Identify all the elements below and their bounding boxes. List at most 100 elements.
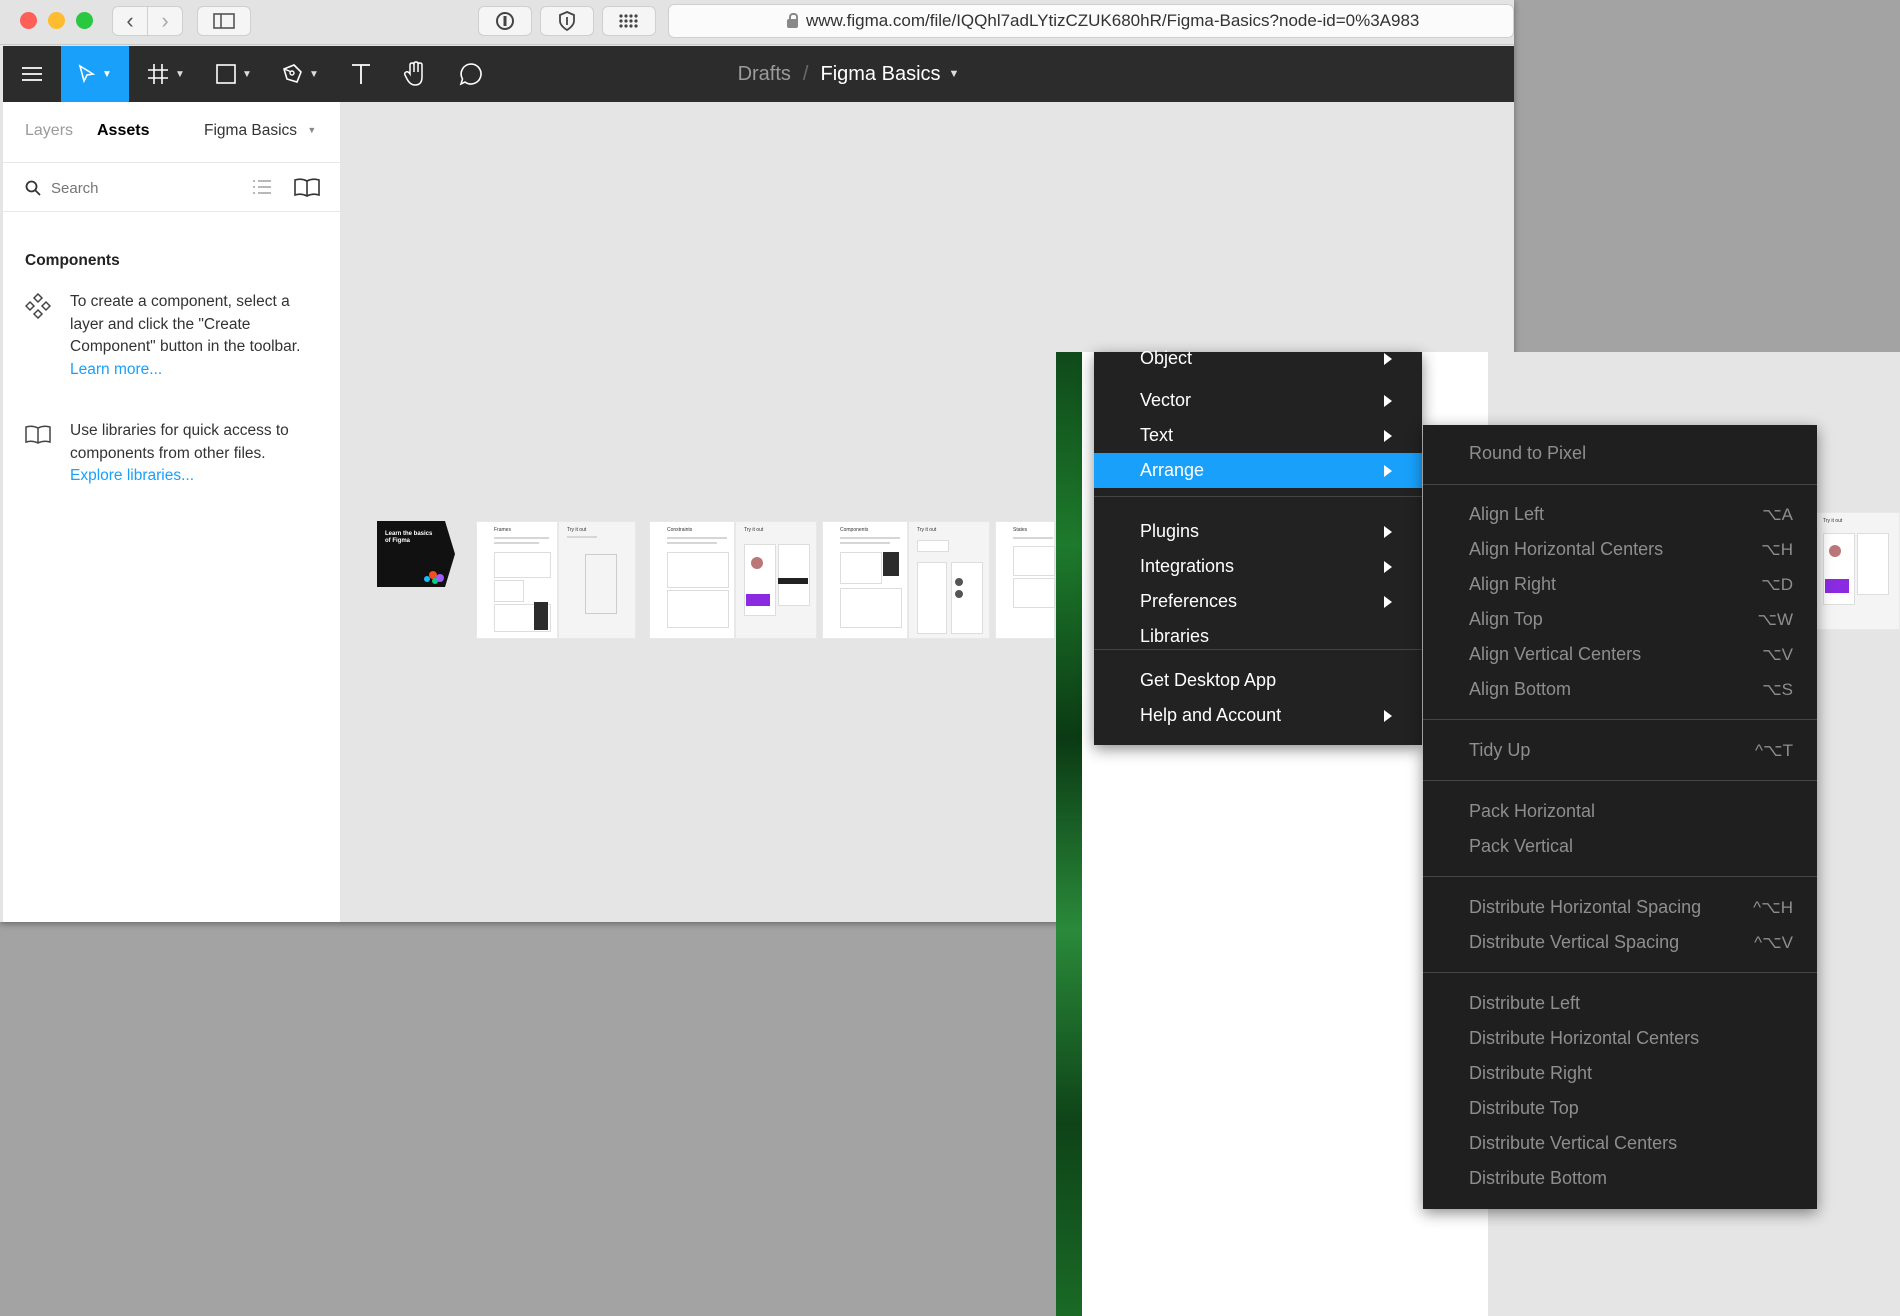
menu-divider	[1423, 780, 1817, 781]
shield-extension-button[interactable]	[540, 6, 594, 36]
frame-states[interactable]: States	[995, 521, 1055, 639]
password-manager-button[interactable]	[478, 6, 532, 36]
submenu-item-distribute-top[interactable]: Distribute Top	[1423, 1091, 1817, 1126]
back-button[interactable]: ‹	[112, 6, 148, 36]
frame-frames[interactable]: Frames	[476, 521, 558, 639]
pen-tool-button[interactable]: ▼	[275, 46, 325, 102]
menu-item-arrange[interactable]: Arrange	[1094, 453, 1422, 488]
tab-assets[interactable]: Assets	[97, 122, 149, 140]
frame-try-it-out[interactable]: Try it out	[558, 521, 636, 639]
hamburger-icon	[22, 67, 42, 81]
menu-item-label: Get Desktop App	[1140, 670, 1277, 690]
submenu-item-distribute-horizontal-centers[interactable]: Distribute Horizontal Centers	[1423, 1021, 1817, 1056]
team-library-icon[interactable]	[294, 177, 320, 197]
text-tool-button[interactable]	[341, 46, 381, 102]
menu-item-get-desktop-app[interactable]: Get Desktop App	[1094, 663, 1422, 698]
assets-panel: Layers Assets Figma Basics ▼ Components …	[3, 102, 341, 922]
minimize-window-button[interactable]	[48, 12, 65, 29]
menu-item-preferences[interactable]: Preferences	[1094, 584, 1422, 619]
frame-try-it-out[interactable]: Try it out	[735, 521, 817, 639]
submenu-item-distribute-vertical-spacing[interactable]: Distribute Vertical Spacing ^⌥V	[1423, 925, 1817, 960]
submenu-item-distribute-right[interactable]: Distribute Right	[1423, 1056, 1817, 1091]
zoom-window-button[interactable]	[76, 12, 93, 29]
url-text: www.figma.com/file/IQQhl7adLYtizCZUK680h…	[806, 11, 1420, 30]
comment-tool-button[interactable]	[449, 46, 493, 102]
components-help-text: To create a component, select a layer an…	[70, 293, 301, 355]
list-view-icon[interactable]	[253, 179, 271, 195]
submenu-item-align-bottom[interactable]: Align Bottom ⌥S	[1423, 672, 1817, 707]
chevron-down-icon: ▼	[948, 68, 960, 80]
menu-item-integrations[interactable]: Integrations	[1094, 549, 1422, 584]
main-menu-button[interactable]	[3, 46, 61, 102]
submenu-item-distribute-vertical-centers[interactable]: Distribute Vertical Centers	[1423, 1126, 1817, 1161]
close-window-button[interactable]	[20, 12, 37, 29]
grid-icon	[619, 14, 638, 28]
menu-item-label: Distribute Horizontal Spacing	[1469, 897, 1702, 917]
submenu-item-pack-vertical[interactable]: Pack Vertical	[1423, 829, 1817, 864]
menu-divider	[1423, 876, 1817, 877]
menu-item-label: Vector	[1140, 390, 1192, 410]
learn-more-link[interactable]: Learn more...	[70, 361, 162, 378]
library-book-icon	[25, 425, 51, 444]
frame-title: Frames	[494, 527, 511, 533]
breadcrumb-drafts[interactable]: Drafts	[738, 63, 791, 86]
desktop-wallpaper	[1056, 352, 1082, 1316]
menu-item-label: Align Vertical Centers	[1469, 644, 1642, 664]
password-manager-icon	[496, 12, 514, 30]
menu-item-label: Align Right	[1469, 574, 1557, 594]
menu-item-label: Tidy Up	[1469, 740, 1531, 760]
submenu-item-distribute-bottom[interactable]: Distribute Bottom	[1423, 1161, 1817, 1196]
menu-item-label: Plugins	[1140, 521, 1200, 541]
shape-tool-button[interactable]: ▼	[209, 46, 259, 102]
submenu-item-round-to-pixel[interactable]: Round to Pixel	[1423, 436, 1817, 471]
search-input[interactable]	[49, 175, 233, 201]
submenu-item-align-top[interactable]: Align Top ⌥W	[1423, 602, 1817, 637]
menu-item-help-and-account[interactable]: Help and Account	[1094, 698, 1422, 733]
frame-partial[interactable]: Try it out	[1814, 512, 1900, 630]
menu-divider	[1423, 719, 1817, 720]
submenu-item-distribute-left[interactable]: Distribute Left	[1423, 986, 1817, 1021]
submenu-item-align-vertical-centers[interactable]: Align Vertical Centers ⌥V	[1423, 637, 1817, 672]
tab-layers[interactable]: Layers	[25, 122, 73, 140]
submenu-arrow-icon	[1384, 525, 1392, 538]
move-tool-button[interactable]: ▼	[61, 46, 129, 102]
sidebar-toggle-button[interactable]	[197, 6, 251, 36]
menu-item-label: Distribute Left	[1469, 993, 1581, 1013]
submenu-arrow-icon	[1384, 560, 1392, 573]
forward-button[interactable]: ›	[147, 6, 183, 36]
library-file-dropdown[interactable]: Figma Basics ▼	[204, 122, 316, 140]
shortcut-label: ^⌥V	[1754, 932, 1793, 952]
submenu-item-distribute-horizontal-spacing[interactable]: Distribute Horizontal Spacing ^⌥H	[1423, 890, 1817, 925]
main-menu: Object Vector Text Arrange Plugins Integ…	[1094, 348, 1422, 745]
hand-tool-button[interactable]	[393, 46, 437, 102]
submenu-arrow-icon	[1384, 352, 1392, 365]
shield-icon	[559, 11, 575, 31]
menu-item-label: Distribute Bottom	[1469, 1168, 1608, 1188]
shortcut-label: ⌥A	[1762, 504, 1793, 524]
library-file-name: Figma Basics	[204, 122, 298, 139]
search-icon	[25, 180, 41, 196]
apps-grid-button[interactable]	[602, 6, 656, 36]
menu-item-text[interactable]: Text	[1094, 418, 1422, 453]
submenu-item-align-left[interactable]: Align Left ⌥A	[1423, 497, 1817, 532]
frame-tool-button[interactable]: ▼	[141, 46, 191, 102]
cover-frame[interactable]: Learn the basics of Figma	[377, 521, 455, 587]
address-bar[interactable]: www.figma.com/file/IQQhl7adLYtizCZUK680h…	[668, 4, 1514, 38]
menu-item-object[interactable]: Object	[1094, 341, 1422, 376]
menu-item-plugins[interactable]: Plugins	[1094, 514, 1422, 549]
submenu-item-align-horizontal-centers[interactable]: Align Horizontal Centers ⌥H	[1423, 532, 1817, 567]
frame-components[interactable]: Components	[822, 521, 908, 639]
breadcrumb-file-name[interactable]: Figma Basics	[820, 63, 940, 86]
submenu-item-tidy-up[interactable]: Tidy Up ^⌥T	[1423, 733, 1817, 768]
submenu-arrow-icon	[1384, 464, 1392, 477]
sidebar-icon	[213, 13, 235, 29]
menu-item-vector[interactable]: Vector	[1094, 383, 1422, 418]
submenu-item-pack-horizontal[interactable]: Pack Horizontal	[1423, 794, 1817, 829]
frame-constraints[interactable]: Constraints	[649, 521, 735, 639]
frame-try-it-out[interactable]: Try it out	[908, 521, 990, 639]
submenu-arrow-icon	[1384, 429, 1392, 442]
menu-item-label: Distribute Horizontal Centers	[1469, 1028, 1700, 1048]
submenu-item-align-right[interactable]: Align Right ⌥D	[1423, 567, 1817, 602]
chevron-down-icon: ▼	[242, 68, 252, 80]
explore-libraries-link[interactable]: Explore libraries...	[70, 465, 325, 488]
